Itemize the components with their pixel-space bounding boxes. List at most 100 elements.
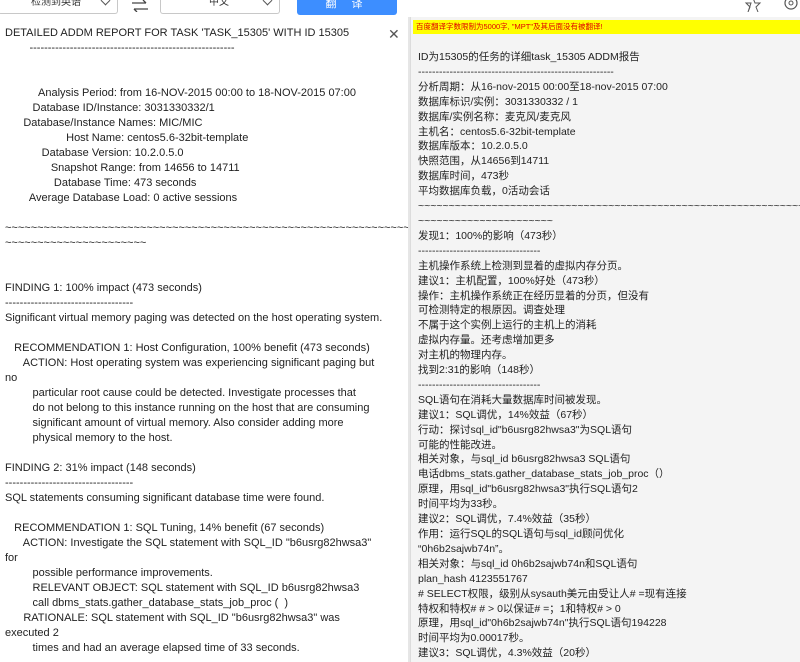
source-line: SQL statements consuming significant dat…	[5, 492, 325, 504]
close-icon[interactable]: ✕	[388, 27, 400, 41]
translated-line: 可能的性能改进。	[418, 438, 502, 451]
source-line: Database/Instance Names: MIC/MIC	[5, 117, 203, 129]
translated-line: ID为15305的任务的详细task_15305 ADDM报告	[418, 51, 640, 63]
translated-line: 原理，用sql_id"b6usrg82hwsa3"执行SQL语句2	[418, 483, 638, 496]
translated-text: ID为15305的任务的详细task_15305 ADDM报告 ---------…	[418, 50, 800, 661]
source-line: Analysis Period: from 16-NOV-2015 00:00 …	[5, 87, 356, 99]
source-line: no	[5, 372, 18, 384]
source-line: RELEVANT OBJECT: SQL statement with SQL_…	[5, 582, 360, 594]
source-line: ~~~~~~~~~~~~~~~~~~~~~~~~~~~~~~~~~~~~~~~~…	[5, 222, 408, 234]
source-line: -----------------------------------	[5, 297, 134, 309]
translated-line: 对主机的物理内存。	[418, 349, 513, 362]
chevron-down-icon	[100, 0, 111, 6]
source-line: ACTION: Investigate the SQL statement wi…	[5, 537, 372, 549]
source-line: ACTION: Host operating system was experi…	[5, 357, 375, 369]
translated-line: “0h6b2sajwb74n”。	[418, 542, 510, 555]
chevron-down-icon	[262, 0, 273, 6]
translated-line: 数据库/实例名称：麦克风/麦克风	[418, 110, 571, 123]
translated-line: plan_hash 4123551767	[418, 572, 528, 585]
translated-line: 主机名：centos5.6-32bit-template	[418, 125, 576, 138]
translated-line: 平均数据库负载，0活动会话	[418, 185, 550, 198]
source-line: physical memory to the host.	[5, 432, 173, 444]
source-line: Average Database Load: 0 active sessions	[5, 192, 238, 204]
translated-line: -----------------------------------	[418, 378, 541, 391]
source-line: FINDING 2: 31% impact (148 seconds)	[5, 462, 196, 474]
translated-line: 电话dbms_stats.gather_database_stats_job_p…	[418, 468, 670, 481]
source-line: Database Version: 10.2.0.5.0	[5, 147, 184, 159]
translated-line: 操作：主机操作系统正在经历显着的分页，但没有	[418, 289, 649, 302]
source-line: Significant virtual memory paging was de…	[5, 312, 383, 324]
source-line	[5, 656, 408, 662]
translated-line: 原理，用sql_id"0h6b2sajwb74n"执行SQL语句194228	[418, 617, 667, 630]
translated-line: 数据库标识/实例：3031330332 / 1	[418, 95, 578, 108]
source-text-pane[interactable]: DETAILED ADDM REPORT FOR TASK 'TASK_1530…	[0, 17, 408, 662]
settings-icon[interactable]	[782, 0, 800, 12]
source-line	[5, 266, 408, 281]
source-line: RECOMMENDATION 1: SQL Tuning, 14% benefi…	[5, 522, 325, 534]
translated-line: 数据库版本：10.2.0.5.0	[418, 140, 528, 153]
translated-line: 建议1：主机配置，100%好处（473秒）	[418, 274, 605, 287]
translated-line: 可检测特定的根原因。调查处理	[418, 304, 565, 317]
translate-button[interactable]: 翻 译	[297, 0, 397, 15]
source-language-label: 检测到英语	[31, 0, 81, 8]
source-line: Host Name: centos5.6-32bit-template	[5, 132, 249, 144]
translated-line: 行动：探讨sql_id"b6usrg82hwsa3"为SQL语句	[418, 423, 633, 436]
translation-toolbar: 检测到英语 中文 翻 译	[0, 0, 800, 17]
source-line: RATIONALE: SQL statement with SQL_ID "b6…	[5, 612, 340, 624]
source-line: RECOMMENDATION 1: Host Configuration, 10…	[5, 342, 370, 354]
source-line	[5, 506, 408, 521]
source-line: significant amount of virtual memory. Al…	[5, 417, 344, 429]
source-line: for	[5, 552, 18, 564]
translated-line: 不属于这个实例上运行的主机上的消耗	[418, 319, 597, 332]
translated-line: 相关对象：与sql_id 0h6b2sajwb74n和SQL语句	[418, 557, 638, 570]
source-line: particular root cause could be detected.…	[5, 387, 356, 399]
translated-line: 作用：运行SQL的SQL语句与sql_id顾问优化	[418, 528, 624, 540]
translated-line: 虚拟内存量。还考虑增加更多	[418, 334, 555, 347]
target-language-select[interactable]: 中文	[160, 0, 280, 14]
source-text: DETAILED ADDM REPORT FOR TASK 'TASK_1530…	[0, 17, 408, 662]
source-line: ----------------------------------------…	[5, 42, 235, 54]
star-icon[interactable]	[744, 0, 764, 12]
source-line: FINDING 1: 100% impact (473 seconds)	[5, 282, 202, 294]
translated-line: 主机操作系统上检测到显着的虚拟内存分页。	[418, 259, 628, 272]
translated-line: ~~~~~~~~~~~~~~~~~~~~~~	[418, 214, 553, 227]
translated-line: 特权和特权# # > 0以保证# =；1和特权# > 0	[418, 602, 621, 615]
source-line: executed 2	[5, 627, 59, 639]
source-line: do not belong to this instance running o…	[5, 402, 370, 414]
source-line: DETAILED ADDM REPORT FOR TASK 'TASK_1530…	[5, 27, 350, 39]
source-line	[5, 206, 408, 221]
translated-line: ~~~~~~~~~~~~~~~~~~~~~~~~~~~~~~~~~~~~~~~~…	[418, 200, 800, 213]
translated-line: 建议2：SQL调优，7.4%效益（35秒）	[418, 513, 596, 526]
source-line: call dbms_stats.gather_database_stats_jo…	[5, 597, 289, 609]
translated-line: 分析周期：从16-nov-2015 00:00至18-nov-2015 07:0…	[418, 80, 668, 93]
translated-line: 相关对象，与sql_id b6usrg82hwsa3 SQL语句	[418, 453, 631, 466]
source-line: Database Time: 473 seconds	[5, 177, 197, 189]
source-line: Database ID/Instance: 3031330332/1	[5, 102, 215, 114]
source-line	[5, 326, 408, 341]
translated-line: -----------------------------------	[418, 244, 541, 257]
source-line: -----------------------------------	[5, 477, 134, 489]
source-line: Snapshot Range: from 14656 to 14711	[5, 162, 240, 174]
source-line	[5, 446, 408, 461]
source-language-select[interactable]: 检测到英语	[0, 0, 118, 14]
translated-line: 找到2:31的影响（148秒）	[418, 364, 540, 377]
source-line	[5, 56, 408, 71]
source-line	[5, 71, 408, 86]
translated-line: 建议1：SQL调优，14%效益（67秒）	[418, 408, 594, 421]
translated-line: 建议3：SQL调优，4.3%效益（20秒）	[418, 647, 596, 660]
translated-line: 数据库时间，473秒	[418, 170, 510, 183]
character-limit-notice: 百度翻译字数限制为5000字, "MPT"及其后面没有被翻译!	[413, 20, 800, 34]
translated-line: 快照范围，从14656到14711	[418, 155, 550, 168]
translated-line: 时间平均为33秒。	[418, 498, 504, 511]
translation-pane[interactable]: 百度翻译字数限制为5000字, "MPT"及其后面没有被翻译! ID为15305…	[410, 17, 800, 662]
translated-line: 发现1：100%的影响（473秒）	[418, 229, 563, 242]
translated-line: 时间平均为0.00017秒。	[418, 632, 530, 645]
translated-line: # SELECT权限，级别从sysauth美元由受让人# =现有连接	[418, 587, 687, 600]
swap-languages-icon[interactable]	[131, 0, 149, 12]
source-line: times and had an average elapsed time of…	[5, 642, 300, 654]
translated-line: SQL语句在消耗大量数据库时间被发现。	[418, 393, 608, 406]
source-line: ~~~~~~~~~~~~~~~~~~~~~~	[5, 237, 147, 249]
target-language-label: 中文	[209, 0, 229, 8]
source-line	[5, 251, 408, 266]
source-line: possible performance improvements.	[5, 567, 213, 579]
